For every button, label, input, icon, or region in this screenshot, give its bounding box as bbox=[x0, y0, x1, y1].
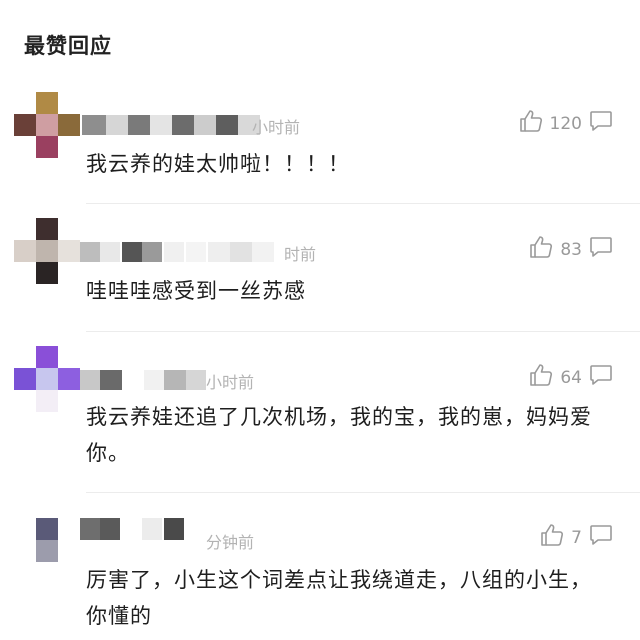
thumbs-up-icon bbox=[528, 362, 554, 393]
comment-bubble-icon bbox=[588, 365, 614, 391]
comment-time: 分钟前 bbox=[206, 533, 255, 552]
reply-button[interactable] bbox=[588, 235, 614, 263]
divider bbox=[86, 331, 640, 332]
comment-bubble-icon bbox=[588, 111, 614, 137]
reply-button[interactable] bbox=[588, 523, 614, 551]
like-button[interactable]: 64 bbox=[528, 362, 582, 393]
reply-button[interactable] bbox=[588, 363, 614, 391]
comment-text: 我云养娃还追了几次机场，我的宝，我的崽，妈妈爱你。 bbox=[86, 405, 592, 465]
comment-bubble-icon bbox=[588, 525, 614, 551]
like-count: 120 bbox=[549, 113, 582, 134]
comment-time: 小时前 bbox=[252, 118, 301, 137]
section-title: 最赞回应 bbox=[24, 34, 112, 58]
like-count: 83 bbox=[560, 239, 582, 260]
comment-time: 时前 bbox=[284, 245, 317, 264]
like-button[interactable]: 120 bbox=[518, 108, 582, 139]
thumbs-up-icon bbox=[518, 108, 544, 139]
like-button[interactable]: 7 bbox=[539, 522, 582, 553]
username-redacted[interactable] bbox=[82, 112, 402, 142]
username-redacted[interactable] bbox=[80, 240, 400, 270]
thumbs-up-icon bbox=[539, 522, 565, 553]
comment-time: 小时前 bbox=[206, 373, 255, 392]
comment-bubble-icon bbox=[588, 237, 614, 263]
thumbs-up-icon bbox=[528, 234, 554, 265]
like-count: 7 bbox=[571, 527, 582, 548]
reply-button[interactable] bbox=[588, 109, 614, 137]
comment-text: 厉害了，小生这个词差点让我绕道走，八组的小生，你懂的 bbox=[86, 568, 592, 628]
like-button[interactable]: 83 bbox=[528, 234, 582, 265]
comment-text: 我云养的娃太帅啦！！！！ bbox=[86, 152, 350, 176]
like-count: 64 bbox=[560, 367, 582, 388]
comment-text: 哇哇哇感受到一丝苏感 bbox=[86, 279, 306, 303]
divider bbox=[86, 203, 640, 204]
divider bbox=[86, 492, 640, 493]
